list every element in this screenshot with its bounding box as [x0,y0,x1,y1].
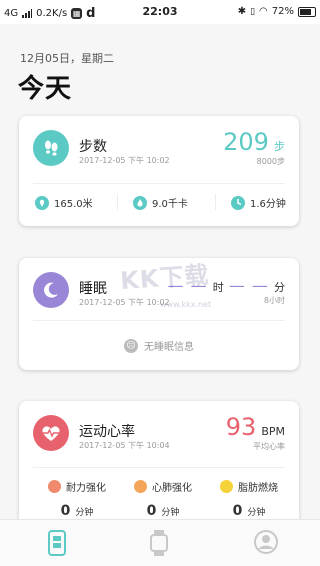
zone-cardio: 心肺强化 0 分钟 [123,479,203,519]
watermark-logo: KK下载 [119,260,211,296]
avatar-icon [254,530,278,554]
zone-fat-burn-unit: 分钟 [247,508,266,518]
steps-value: 209 [223,128,269,156]
steps-value-group: 209 步 8000步 [223,128,285,167]
vibrate-icon: ▯ [250,6,256,17]
heart-rate-card[interactable]: 运动心率 2017-12-05 下午 10:04 93 BPM 平均心率 耐力强… [19,401,299,527]
footprints-icon [33,130,69,166]
zone-fat-burn-dot-icon [220,480,233,493]
tab-today[interactable] [46,530,70,556]
status-right: ✱ ▯ ◠ 72% [238,6,316,17]
sleep-empty-message: 无睡眠信息 [144,342,194,353]
sad-face-icon: ☹ [124,338,138,353]
heart-rate-icon [33,415,69,451]
heart-rate-subtitle: 平均心率 [253,442,285,451]
heart-rate-timestamp: 2017-12-05 下午 10:04 [79,441,170,450]
tab-profile[interactable] [254,530,278,556]
divider [33,467,285,468]
zone-fat-burn-label: 脂肪燃烧 [238,483,278,494]
steps-card[interactable]: 步数 2017-12-05 下午 10:02 209 步 8000步 165.0… [19,116,299,226]
distance-value: 165.0米 [54,199,93,210]
heart-rate-title: 运动心率 [79,424,135,440]
location-icon [35,195,49,210]
clock-icon [231,195,245,210]
date-label: 12月05日，星期二 [20,52,114,65]
sleep-empty-state: ☹ 无睡眠信息 [19,338,299,353]
zone-endurance-unit: 分钟 [75,508,94,518]
duration-value: 1.6分钟 [250,199,286,210]
zone-cardio-value: 0 [146,503,157,519]
heart-rate-unit: BPM [261,425,285,438]
sleep-hours-unit: 时 [212,281,224,294]
zone-cardio-label: 心肺强化 [152,483,192,494]
steps-title: 步数 [79,139,107,155]
wifi-icon: ◠ [259,6,268,17]
page-title: 今天 [18,74,73,104]
battery-percent: 72% [271,6,294,17]
bottom-tab-bar [0,519,320,566]
separator [117,194,118,210]
watermark-url: www.kkx.net [160,300,212,309]
separator [215,194,216,210]
sleep-title: 睡眠 [79,281,107,297]
steps-goal: 8000步 [256,157,285,166]
zone-endurance: 耐力强化 0 分钟 [37,479,117,519]
zone-fat-burn-value: 0 [232,503,243,519]
heart-rate-value-group: 93 BPM 平均心率 [226,413,285,452]
flame-icon [133,195,147,210]
calories-stat: 9.0千卡 [133,195,188,210]
divider [33,320,285,321]
status-bar: 4G 0.2K/s ▦ d 22:03 ✱ ▯ ◠ 72% [0,0,320,24]
sleep-minutes-unit: 分 [274,281,285,294]
zone-endurance-value: 0 [60,503,71,519]
zone-fat-burn: 脂肪燃烧 0 分钟 [209,479,289,519]
distance-stat: 165.0米 [35,195,93,210]
phone-icon [48,530,66,556]
steps-timestamp: 2017-12-05 下午 10:02 [79,156,170,165]
moon-icon [33,272,69,308]
sleep-minutes-value: — — [228,276,269,295]
sleep-timestamp: 2017-12-05 下午 10:02 [79,298,170,307]
zone-endurance-label: 耐力强化 [66,483,106,494]
tab-watch[interactable] [148,530,172,556]
zone-endurance-dot-icon [48,480,61,493]
divider [33,183,285,184]
bluetooth-icon: ✱ [237,6,247,17]
calories-value: 9.0千卡 [152,199,188,210]
battery-icon [298,6,316,17]
heart-rate-value: 93 [225,413,257,441]
watch-icon [150,530,168,556]
duration-stat: 1.6分钟 [231,195,286,210]
zone-cardio-unit: 分钟 [161,508,180,518]
steps-unit: 步 [274,140,285,153]
zone-cardio-dot-icon [134,480,147,493]
